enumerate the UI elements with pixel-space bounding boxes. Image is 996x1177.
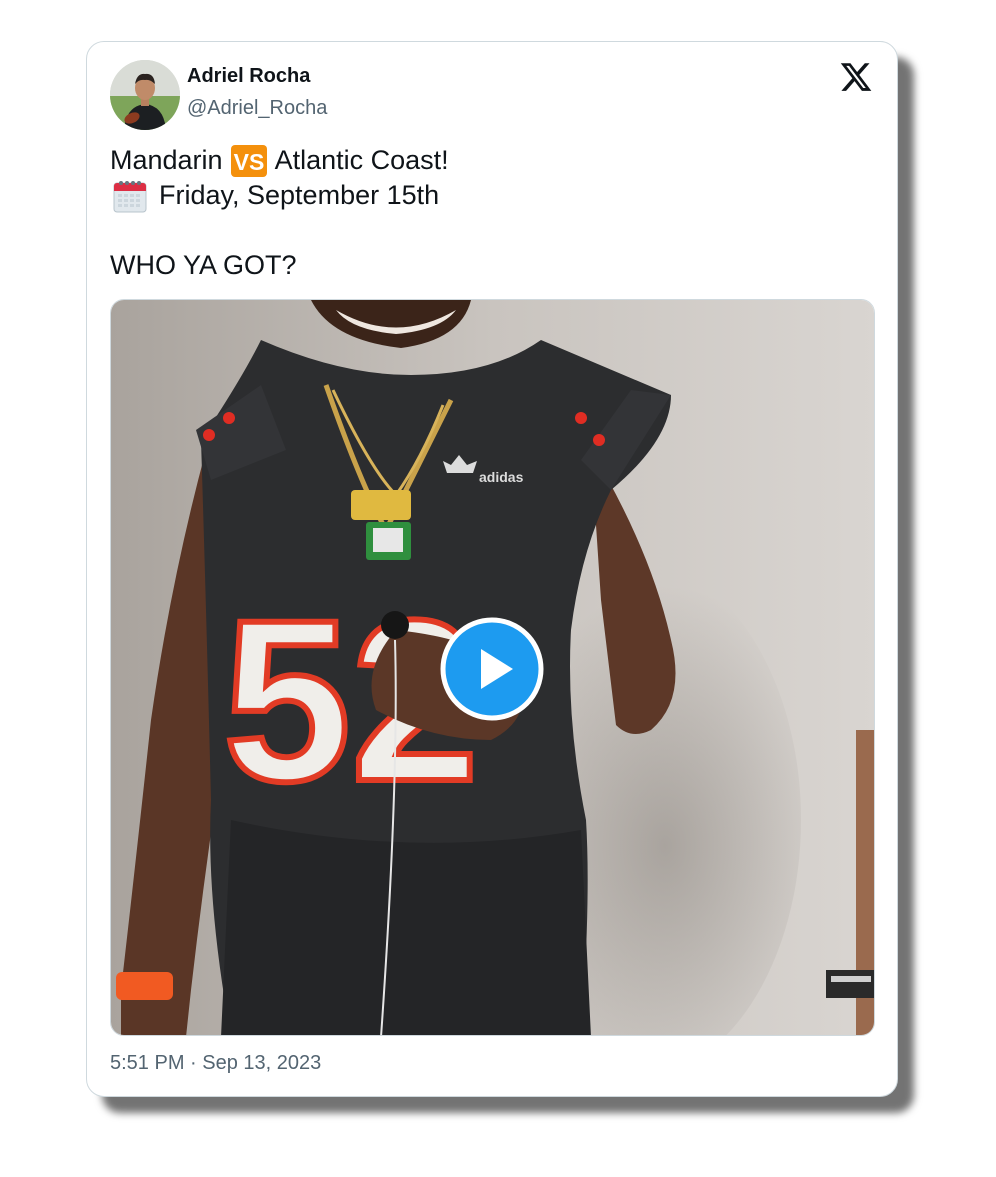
tweet-text-line-2: Friday, September 15th (110, 178, 870, 213)
tweet-text-line-4: WHO YA GOT? (110, 248, 870, 283)
play-icon[interactable] (440, 617, 544, 721)
calendar-icon (113, 179, 147, 213)
author-name[interactable]: Adriel Rocha (187, 65, 310, 88)
text-team-2: Atlantic Coast! (274, 145, 449, 175)
text-date: Friday, September 15th (159, 180, 440, 210)
tweet-text-line-1: Mandarin VS Atlantic Coast! (110, 143, 870, 178)
avatar-image (110, 60, 180, 130)
x-logo-icon[interactable] (839, 60, 873, 94)
tweet-timestamp[interactable]: 5:51 PM · Sep 13, 2023 (110, 1052, 321, 1075)
text-question: WHO YA GOT? (110, 250, 297, 280)
author-avatar[interactable] (110, 60, 180, 130)
tweet-card: Adriel Rocha @Adriel_Rocha Mandarin VS A… (86, 41, 898, 1097)
author-handle[interactable]: @Adriel_Rocha (187, 97, 327, 120)
text-team-1: Mandarin (110, 145, 223, 175)
video-player[interactable]: adidas 52 (110, 299, 875, 1036)
vs-badge-icon: VS (230, 144, 267, 177)
vs-badge-text: VS (233, 149, 264, 175)
tweet-text: Mandarin VS Atlantic Coast! Friday, Sept… (110, 143, 870, 283)
svg-text:adidas: adidas (479, 469, 524, 485)
tweet-text-blank-line (110, 213, 870, 248)
